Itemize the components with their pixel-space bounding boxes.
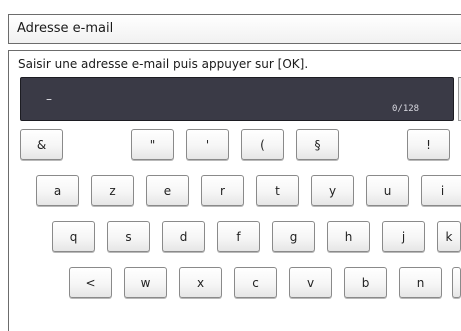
key-z[interactable]: z [91, 175, 134, 206]
key-b[interactable]: b [344, 267, 387, 298]
email-input-field[interactable] [20, 77, 454, 121]
key-c[interactable]: c [234, 267, 277, 298]
key-open-paren[interactable]: ( [241, 129, 284, 160]
key-f[interactable]: f [217, 221, 260, 252]
key-n[interactable]: n [399, 267, 442, 298]
key-double-quote[interactable]: " [131, 129, 174, 160]
key-section[interactable]: § [296, 129, 339, 160]
key-d[interactable]: d [162, 221, 205, 252]
key-y[interactable]: y [311, 175, 354, 206]
key-w[interactable]: w [124, 267, 167, 298]
key-s[interactable]: s [107, 221, 150, 252]
key-e[interactable]: e [146, 175, 189, 206]
email-input-value: – [46, 92, 52, 106]
key-ampersand[interactable]: & [20, 129, 63, 160]
key-g[interactable]: g [272, 221, 315, 252]
key-x[interactable]: x [179, 267, 222, 298]
key-i[interactable]: i [421, 175, 461, 206]
key-h[interactable]: h [327, 221, 370, 252]
key-q[interactable]: q [52, 221, 95, 252]
key-v[interactable]: v [289, 267, 332, 298]
dialog-title-bar: Adresse e-mail [8, 14, 461, 44]
key-less-than[interactable]: < [69, 267, 112, 298]
key-j[interactable]: j [382, 221, 425, 252]
key-r[interactable]: r [201, 175, 244, 206]
instruction-text: Saisir une adresse e-mail puis appuyer s… [18, 57, 309, 71]
character-counter: 0/128 [392, 104, 420, 114]
key-apostrophe[interactable]: ' [186, 129, 229, 160]
key-a[interactable]: a [36, 175, 79, 206]
key-u[interactable]: u [366, 175, 409, 206]
key-exclamation[interactable]: ! [407, 129, 450, 160]
key-k[interactable]: k [437, 221, 461, 252]
key-partial-edge[interactable] [452, 267, 461, 298]
dialog-title: Adresse e-mail [17, 21, 114, 36]
key-t[interactable]: t [256, 175, 299, 206]
